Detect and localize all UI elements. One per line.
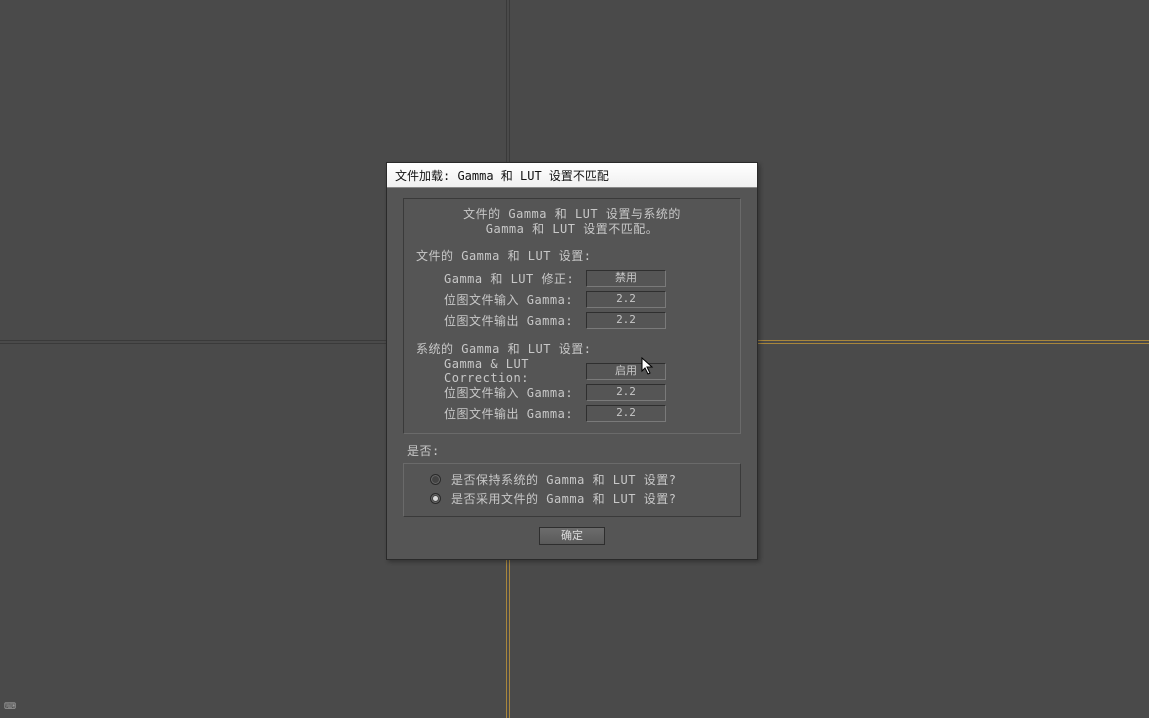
settings-group: 文件的 Gamma 和 LUT 设置与系统的 Gamma 和 LUT 设置不匹配… [403, 198, 741, 434]
radio-adopt-file[interactable]: 是否采用文件的 Gamma 和 LUT 设置? [414, 489, 730, 508]
file-input-gamma-label: 位图文件输入 Gamma: [416, 291, 586, 308]
system-output-gamma-row: 位图文件输出 Gamma: 2.2 [416, 403, 728, 423]
system-correction-label: Gamma & LUT Correction: [416, 357, 586, 385]
dialog-titlebar[interactable]: 文件加载: Gamma 和 LUT 设置不匹配 [387, 163, 757, 188]
radio-keep-system-indicator [430, 474, 441, 485]
file-output-gamma-value: 2.2 [586, 312, 666, 329]
system-input-gamma-value: 2.2 [586, 384, 666, 401]
message-line-2: Gamma 和 LUT 设置不匹配。 [486, 222, 658, 236]
system-input-gamma-row: 位图文件输入 Gamma: 2.2 [416, 382, 728, 402]
radio-keep-system[interactable]: 是否保持系统的 Gamma 和 LUT 设置? [414, 470, 730, 489]
radio-adopt-file-indicator [430, 493, 441, 504]
file-correction-row: Gamma 和 LUT 修正: 禁用 [416, 268, 728, 288]
dialog-title: 文件加载: Gamma 和 LUT 设置不匹配 [395, 167, 609, 184]
radio-adopt-file-label: 是否采用文件的 Gamma 和 LUT 设置? [451, 490, 676, 507]
gamma-lut-mismatch-dialog: 文件加载: Gamma 和 LUT 设置不匹配 文件的 Gamma 和 LUT … [386, 162, 758, 560]
system-settings-header: 系统的 Gamma 和 LUT 设置: [416, 340, 728, 357]
question-label: 是否: [407, 442, 741, 459]
message-line-1: 文件的 Gamma 和 LUT 设置与系统的 [463, 207, 681, 221]
system-input-gamma-label: 位图文件输入 Gamma: [416, 384, 586, 401]
mismatch-message: 文件的 Gamma 和 LUT 设置与系统的 Gamma 和 LUT 设置不匹配… [416, 207, 728, 237]
radio-keep-system-label: 是否保持系统的 Gamma 和 LUT 设置? [451, 471, 676, 488]
statusbar-glyph: ⌨ [4, 694, 15, 718]
file-output-gamma-row: 位图文件输出 Gamma: 2.2 [416, 310, 728, 330]
file-correction-label: Gamma 和 LUT 修正: [416, 270, 586, 287]
file-output-gamma-label: 位图文件输出 Gamma: [416, 312, 586, 329]
dialog-body: 文件的 Gamma 和 LUT 设置与系统的 Gamma 和 LUT 设置不匹配… [387, 188, 757, 559]
file-correction-value: 禁用 [586, 270, 666, 287]
system-output-gamma-value: 2.2 [586, 405, 666, 422]
button-row: 确定 [403, 527, 741, 545]
file-input-gamma-row: 位图文件输入 Gamma: 2.2 [416, 289, 728, 309]
system-correction-value: 启用 [586, 363, 666, 380]
ok-button[interactable]: 确定 [539, 527, 605, 545]
file-input-gamma-value: 2.2 [586, 291, 666, 308]
system-correction-row: Gamma & LUT Correction: 启用 [416, 361, 728, 381]
file-settings-header: 文件的 Gamma 和 LUT 设置: [416, 247, 728, 264]
system-output-gamma-label: 位图文件输出 Gamma: [416, 405, 586, 422]
radio-group: 是否保持系统的 Gamma 和 LUT 设置? 是否采用文件的 Gamma 和 … [403, 463, 741, 517]
